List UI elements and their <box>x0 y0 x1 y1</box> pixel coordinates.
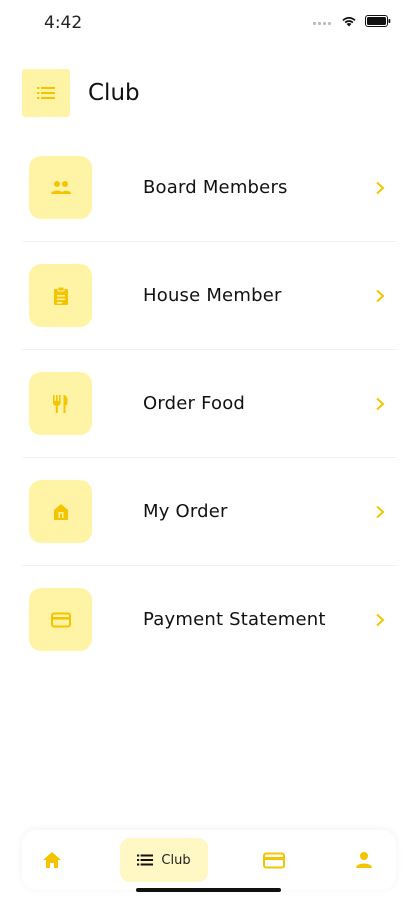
status-bar: 4:42 <box>0 0 417 46</box>
status-indicators <box>313 15 391 27</box>
credit-card-icon-tile <box>29 588 92 651</box>
chevron-right-icon <box>376 397 385 410</box>
home-indicator <box>136 888 281 892</box>
home-icon <box>43 852 61 868</box>
list-item-label: Payment Statement <box>143 609 326 630</box>
status-time: 4:42 <box>44 13 83 33</box>
cellular-signal-icon <box>313 17 333 25</box>
nav-home[interactable] <box>32 830 72 890</box>
list-item-my-order[interactable]: My Order <box>22 458 397 566</box>
nav-club[interactable]: Club <box>120 838 208 882</box>
credit-card-icon <box>50 612 71 627</box>
credit-card-icon <box>263 852 285 868</box>
list-icon <box>137 854 154 866</box>
list-item-label: House Member <box>143 285 282 306</box>
list-item-order-food[interactable]: Order Food <box>22 350 397 458</box>
list-item-payment-statement[interactable]: Payment Statement <box>22 566 397 673</box>
group-icon <box>50 180 71 194</box>
chevron-right-icon <box>376 181 385 194</box>
list-item-label: Board Members <box>143 177 288 198</box>
list-item-board-members[interactable]: Board Members <box>22 134 397 242</box>
restaurant-icon <box>52 394 68 413</box>
store-icon <box>53 503 68 520</box>
list-item-label: My Order <box>143 501 228 522</box>
nav-profile[interactable] <box>344 830 384 890</box>
chevron-right-icon <box>376 289 385 302</box>
list-icon <box>37 87 55 99</box>
nav-payments[interactable] <box>254 830 294 890</box>
chevron-right-icon <box>376 505 385 518</box>
list-item-label: Order Food <box>143 393 246 414</box>
menu-button[interactable] <box>22 69 70 117</box>
clipboard-icon-tile <box>29 264 92 327</box>
club-menu-list: Board Members House Member Order Food My… <box>22 134 397 673</box>
chevron-right-icon <box>376 613 385 626</box>
restaurant-icon-tile <box>29 372 92 435</box>
clipboard-icon <box>53 286 68 305</box>
page-title: Club <box>88 80 140 106</box>
bottom-nav: Club <box>22 830 396 890</box>
group-icon-tile <box>29 156 92 219</box>
header: Club <box>22 69 140 117</box>
battery-icon <box>365 15 391 27</box>
nav-club-label: Club <box>161 852 191 868</box>
list-item-house-member[interactable]: House Member <box>22 242 397 350</box>
store-icon-tile <box>29 480 92 543</box>
person-icon <box>356 852 372 868</box>
wifi-icon <box>342 17 356 27</box>
